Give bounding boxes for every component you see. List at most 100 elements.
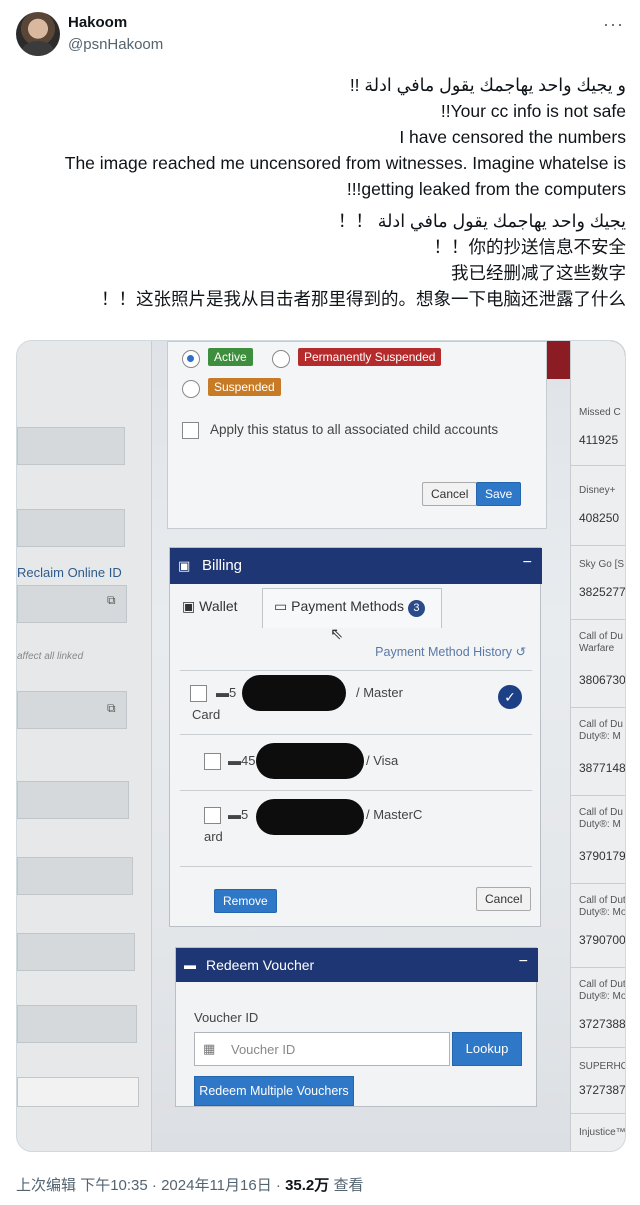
card-type: / Visa (366, 753, 399, 768)
author-handle[interactable]: @psnHakoom (68, 36, 163, 53)
apply-child-checkbox[interactable] (182, 422, 199, 439)
voucher-title: Redeem Voucher (206, 957, 315, 973)
product-id: 3727387 (579, 1083, 626, 1097)
left-field (17, 781, 129, 819)
right-column: Missed C 411925 Disney+ 408250 Sky Go [S… (570, 341, 626, 1151)
history-icon: ↺ (515, 645, 526, 659)
permanently-suspended-radio[interactable] (272, 350, 290, 368)
tweet-line: !!Your cc info is not safe (440, 101, 626, 121)
payment-method-row[interactable]: ▬45 / Visa (180, 734, 532, 788)
payment-method-history-link[interactable]: Payment Method History ↺ (375, 644, 526, 659)
more-options-icon[interactable]: ··· (603, 14, 624, 35)
product-name: Call of Du Duty®: M (579, 719, 623, 742)
cancel-button[interactable]: Cancel (422, 482, 478, 506)
post-time[interactable]: 下午10:35 (80, 1177, 148, 1194)
tweet-line: ！！这张照片是我从目击者那里得到的。想象一下电脑还泄露了什么 (101, 289, 626, 309)
mouse-cursor-icon: ⇖ (330, 626, 344, 643)
active-status-label: Active (208, 348, 253, 366)
separator: · (151, 1177, 157, 1194)
product-id: 3806730 (579, 673, 626, 687)
product-id: 3877148 (579, 761, 626, 775)
left-select[interactable] (17, 1077, 139, 1107)
account-status-panel: Active Permanently Suspended Suspended A… (167, 341, 547, 529)
payment-methods-count-badge: 3 (407, 600, 425, 617)
tab-payment-methods[interactable]: ▭ Payment Methods 3 (274, 598, 425, 617)
lookup-button[interactable]: Lookup (452, 1032, 522, 1066)
product-id: 3825277 (579, 585, 626, 599)
author-name[interactable]: Hakoom (68, 14, 127, 31)
product-name: Disney+ (579, 485, 616, 496)
selected-check-icon: ✓ (498, 685, 522, 709)
history-link-label: Payment Method History (375, 645, 513, 659)
card-icon: ▭ (274, 598, 292, 614)
card-checkbox[interactable] (204, 753, 221, 770)
card-checkbox[interactable] (204, 807, 221, 824)
product-id: 411925 (579, 433, 619, 447)
payment-method-row[interactable]: ▬5 / Master Card ✓ (180, 670, 532, 732)
billing-panel: ▣ Billing − ▣ Wallet ▭ Payment Methods 3 … (169, 547, 542, 927)
tweet-line: !!!getting leaked from the computers (346, 179, 626, 199)
left-column: Reclaim Online ID ⧉ affect all linked ⧉ (17, 341, 152, 1151)
tweet-footer: 上次编辑 下午10:35 · 2024年11月16日 · 35.2万 查看 (16, 1174, 363, 1195)
billing-actions: Remove Cancel (180, 866, 532, 914)
apply-child-label: Apply this status to all associated chil… (210, 422, 499, 437)
censored-card-number (256, 743, 364, 779)
product-id: 408250 (579, 511, 620, 525)
product-name: Call of Du Duty®: M (579, 807, 623, 830)
product-name: Call of Dut Duty®: Mo (579, 895, 626, 918)
tweet-line: I have censored the numbers (399, 127, 626, 147)
tweet-line: يجيك واحد يهاجمك يقول مافي ادلة ！！ (337, 211, 626, 231)
tweet-text: و يجيك واحد يهاجمك يقول مافي ادلة !! !!Y… (14, 72, 626, 312)
card-number-prefix: ▬5 (216, 685, 237, 700)
post-date[interactable]: 2024年11月16日 (161, 1177, 272, 1194)
left-field (17, 427, 125, 465)
product-name: Call of Du Warfare (579, 631, 623, 654)
product-name: Sky Go [S (579, 559, 625, 570)
tweet-line: 我已经删减了这些数字 (451, 263, 626, 283)
minimize-icon[interactable]: − (519, 953, 528, 971)
copy-icon[interactable]: ⧉ (107, 701, 116, 716)
billing-title: Billing (202, 557, 243, 574)
redeem-multiple-vouchers-button[interactable]: Redeem Multiple Vouchers (194, 1076, 354, 1106)
card-number-prefix: ▬45 (228, 753, 256, 768)
tweet-line: The image reached me uncensored from wit… (64, 153, 626, 173)
copy-icon[interactable]: ⧉ (107, 593, 116, 608)
voucher-header: ▬ Redeem Voucher − (176, 948, 538, 982)
left-field (17, 933, 135, 971)
card-checkbox[interactable] (190, 685, 207, 702)
tab-wallet[interactable]: ▣ Wallet (182, 598, 238, 615)
permanently-suspended-label: Permanently Suspended (298, 348, 442, 366)
avatar[interactable] (16, 12, 60, 56)
censored-card-number (256, 799, 364, 835)
voucher-id-input[interactable]: ▦ Voucher ID (194, 1032, 450, 1066)
tweet-line: و يجيك واحد يهاجمك يقول مافي ادلة !! (349, 75, 626, 95)
card-number-prefix: ▬5 (228, 807, 249, 822)
save-button[interactable]: Save (476, 482, 522, 506)
suspended-radio[interactable] (182, 380, 200, 398)
card-type: / MasterC (366, 807, 423, 822)
active-radio[interactable] (182, 350, 200, 368)
cancel-button[interactable]: Cancel (476, 887, 532, 911)
tweet-line: ！！你的抄送信息不安全 (433, 237, 627, 257)
billing-icon: ▣ (178, 558, 191, 573)
left-field (17, 857, 133, 895)
wallet-icon: ▣ (182, 598, 200, 614)
card-type-wrap: ard (204, 829, 223, 844)
remove-button[interactable]: Remove (214, 889, 277, 913)
product-name: SUPERHOT (579, 1061, 625, 1072)
views-label: 查看 (333, 1177, 364, 1194)
tab-payment-methods-label: Payment Methods (291, 598, 404, 614)
redeem-voucher-panel: ▬ Redeem Voucher − Voucher ID ▦ Voucher … (175, 947, 538, 1107)
product-name: Missed C (579, 407, 621, 418)
censored-card-number (242, 675, 346, 711)
minimize-icon[interactable]: − (523, 554, 532, 572)
affect-linked-note: affect all linked (17, 651, 84, 662)
product-id: 3727388 (579, 1017, 626, 1031)
payment-method-row[interactable]: ▬5 / MasterC ard (180, 790, 532, 864)
separator: · (275, 1177, 281, 1194)
attached-photo[interactable]: Reclaim Online ID ⧉ affect all linked ⧉ … (16, 340, 626, 1152)
billing-header: ▣ Billing − (170, 548, 542, 584)
edited-label[interactable]: 上次编辑 (16, 1177, 76, 1194)
reclaim-online-id-link[interactable]: Reclaim Online ID (17, 565, 122, 580)
card-type-wrap: Card (192, 707, 221, 722)
